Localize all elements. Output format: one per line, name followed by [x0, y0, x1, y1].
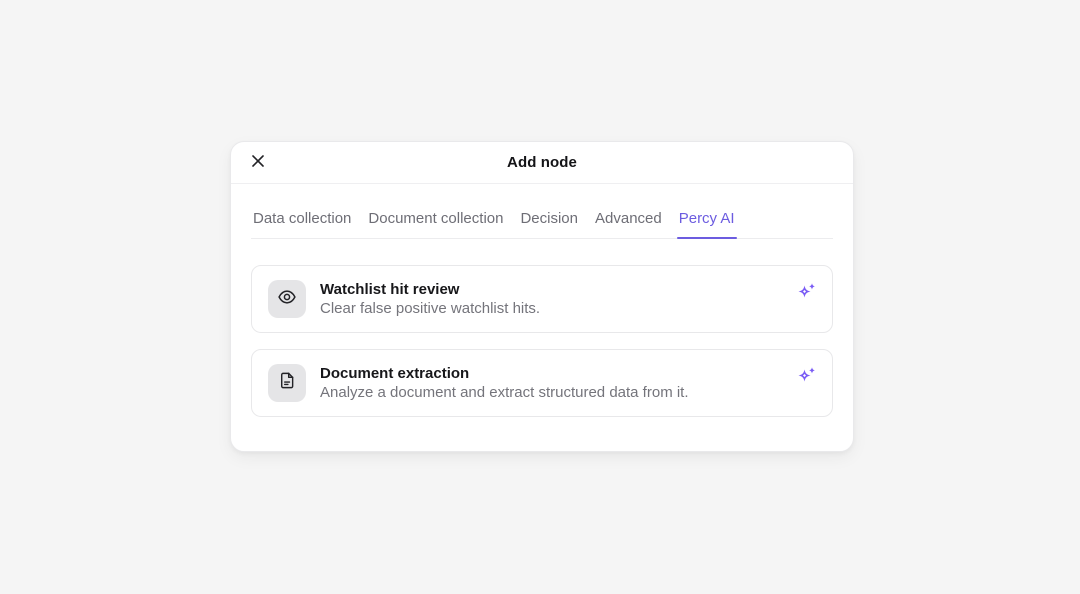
node-option-description: Clear false positive watchlist hits.	[320, 300, 540, 317]
tab-decision[interactable]: Decision	[518, 210, 580, 238]
modal-header: Add node	[231, 142, 853, 184]
icon-tile	[268, 280, 306, 318]
icon-tile	[268, 364, 306, 402]
modal-content: Data collection Document collection Deci…	[231, 184, 853, 449]
add-node-modal: Add node Data collection Document collec…	[230, 141, 854, 452]
ai-sparkle-icon	[795, 282, 817, 302]
tab-data-collection[interactable]: Data collection	[251, 210, 353, 238]
tab-advanced[interactable]: Advanced	[593, 210, 664, 238]
node-option-text: Watchlist hit review Clear false positiv…	[320, 281, 540, 317]
close-button[interactable]	[243, 148, 273, 178]
node-option-title: Watchlist hit review	[320, 281, 540, 298]
ai-sparkle-icon	[795, 366, 817, 386]
modal-title: Add node	[507, 154, 577, 171]
node-option-title: Document extraction	[320, 365, 689, 382]
tab-percy-ai[interactable]: Percy AI	[677, 210, 737, 238]
node-option-list: Watchlist hit review Clear false positiv…	[251, 265, 833, 417]
page-background: { "window": { "background": "#f5f5f5" },…	[0, 0, 1080, 594]
node-option-description: Analyze a document and extract structure…	[320, 384, 689, 401]
tab-bar: Data collection Document collection Deci…	[251, 210, 833, 239]
node-option-document-extraction[interactable]: Document extraction Analyze a document a…	[251, 349, 833, 417]
node-option-text: Document extraction Analyze a document a…	[320, 365, 689, 401]
tab-document-collection[interactable]: Document collection	[366, 210, 505, 238]
eye-icon	[277, 287, 297, 312]
node-option-watchlist-hit-review[interactable]: Watchlist hit review Clear false positiv…	[251, 265, 833, 333]
close-icon	[250, 153, 266, 172]
document-icon	[278, 371, 297, 395]
